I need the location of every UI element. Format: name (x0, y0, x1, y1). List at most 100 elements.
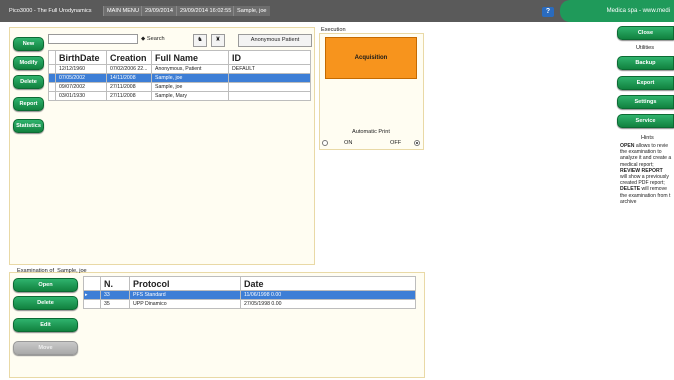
utilities-label: Utilities (636, 45, 655, 51)
person-clear-icon: ♜ (215, 37, 221, 43)
hint-keyword: OPEN (620, 143, 635, 149)
current-patient: Sample, joe (233, 6, 270, 16)
brand-label: Medica spa - www.medi (560, 0, 674, 22)
hint-keyword: REVIEW REPORT (620, 167, 663, 174)
cell-number: 35 (100, 299, 130, 309)
row-indicator (48, 73, 56, 83)
hint-text: will show a previously (620, 174, 669, 181)
col-id-header[interactable]: ID (228, 50, 311, 65)
patients-table: BirthDate Creation Full Name ID 12/12/19… (48, 50, 311, 101)
table-row[interactable]: ▸ 33 PFS Standard 11/06/1998 0.00 (83, 290, 416, 300)
report-button[interactable]: Report (13, 97, 44, 111)
table-row[interactable]: 03/01/1930 27/11/2008 Sample, Mary (48, 91, 311, 101)
cell-fullname: Sample, joe (151, 73, 229, 83)
col-protocol-header[interactable]: Protocol (129, 276, 241, 291)
close-button[interactable]: Close (617, 26, 674, 40)
hint-text: will remove (640, 186, 667, 193)
acquisition-button[interactable]: Acquisition (325, 37, 417, 79)
service-button[interactable]: Service (617, 114, 674, 128)
cell-id (228, 91, 311, 101)
print-off-radio[interactable] (414, 140, 420, 146)
help-icon: ? (545, 8, 551, 15)
search-label[interactable]: ◆ Search (141, 36, 165, 42)
delete-exam-button[interactable]: Delete (13, 296, 78, 310)
edit-exam-button[interactable]: Edit (13, 318, 78, 332)
clear-search-button[interactable]: ♜ (211, 34, 225, 47)
person-search-icon: ♞ (197, 37, 203, 43)
settings-button[interactable]: Settings (617, 95, 674, 109)
cell-birthdate: 12/12/1960 (55, 64, 107, 74)
col-number-header[interactable]: N. (100, 276, 130, 291)
cell-date: 11/06/1998 0.00 (240, 290, 416, 300)
hint-text: medical report; (620, 161, 654, 168)
col-fullname-header[interactable]: Full Name (151, 50, 229, 65)
cell-protocol: PFS Standard (129, 290, 241, 300)
row-indicator (83, 299, 101, 309)
cell-protocol: UPP Dinamico (129, 299, 241, 309)
cell-creation: 27/11/2008 (106, 82, 152, 92)
move-exam-button[interactable]: Move (13, 341, 78, 355)
search-person-button[interactable]: ♞ (193, 34, 207, 47)
cell-creation: 27/11/2008 (106, 91, 152, 101)
statistics-button[interactable]: Statistics (13, 119, 44, 133)
search-diamond-icon: ◆ (141, 36, 146, 42)
hint-text: the examination from t (620, 192, 671, 199)
delete-patient-button[interactable]: Delete (13, 75, 44, 89)
cell-id: DEFAULT (228, 64, 311, 74)
cell-date: 27/05/1998 0.00 (240, 299, 416, 309)
cell-fullname: Anonymous, Patient (151, 64, 229, 74)
cell-number: 33 (100, 290, 130, 300)
execution-title: Execution (321, 27, 346, 33)
backup-button[interactable]: Backup (617, 56, 674, 70)
cell-birthdate: 07/05/2002 (55, 73, 107, 83)
session-datetime: 29/09/2014 16:02:55 (176, 6, 235, 16)
hints-text: OPEN allows to revie the examination to an… (620, 143, 674, 205)
table-header-row: N. Protocol Date (83, 276, 416, 291)
cell-creation: 07/02/2006 22... (106, 64, 152, 74)
cell-creation: 14/11/2008 (106, 73, 152, 83)
hints-title: Hints (641, 135, 654, 141)
hint-text: created PDF report; (620, 180, 665, 187)
menu-label: MAIN MENU (103, 6, 143, 16)
row-indicator (48, 64, 56, 74)
col-date-header[interactable]: Date (240, 276, 416, 291)
open-exam-button[interactable]: Open (13, 278, 78, 292)
help-button[interactable]: ? (542, 7, 554, 17)
hint-text: allows to revie (634, 143, 669, 149)
automatic-print-label: Automatic Print (352, 129, 390, 135)
examination-title: Examination of Sample, joe (17, 268, 87, 274)
table-row[interactable]: 07/05/2002 14/11/2008 Sample, joe (48, 73, 311, 83)
search-input[interactable] (48, 34, 138, 44)
col-birthdate-header[interactable]: BirthDate (55, 50, 107, 65)
session-date: 29/09/2014 (141, 6, 176, 16)
print-off-label: OFF (390, 140, 402, 146)
cell-id (228, 73, 311, 83)
table-row[interactable]: 12/12/1960 07/02/2006 22... Anonymous, P… (48, 64, 311, 74)
print-on-label: ON (344, 140, 353, 146)
row-indicator (48, 82, 56, 92)
col-creation-header[interactable]: Creation (106, 50, 152, 65)
indicator-header (83, 276, 101, 291)
title-bar: Pico3000 - The Full Urodynamics MAIN MEN… (0, 0, 674, 22)
hint-keyword: DELETE (620, 186, 641, 193)
cell-birthdate: 09/07/2002 (55, 82, 107, 92)
hint-text: archive (620, 198, 637, 205)
examination-patient: Sample, joe (57, 268, 87, 274)
cell-id (228, 82, 311, 92)
new-button[interactable]: New (13, 37, 44, 51)
cell-birthdate: 03/01/1930 (55, 91, 107, 101)
examinations-table: N. Protocol Date ▸ 33 PFS Standard 11/06… (83, 276, 416, 309)
hint-text: the examination to (620, 149, 662, 156)
row-indicator-icon: ▸ (83, 290, 101, 300)
anonymous-patient-button[interactable]: Anonymous Patient (238, 34, 312, 47)
print-on-radio[interactable] (322, 140, 328, 146)
modify-button[interactable]: Modify (13, 56, 44, 70)
table-header-row: BirthDate Creation Full Name ID (48, 50, 311, 65)
table-row[interactable]: 09/07/2002 27/11/2008 Sample, joe (48, 82, 311, 92)
export-button[interactable]: Export (617, 76, 674, 90)
indicator-header (48, 50, 56, 65)
cell-fullname: Sample, Mary (151, 91, 229, 101)
hint-text: analyze it and create a (620, 155, 672, 162)
row-indicator (48, 91, 56, 101)
table-row[interactable]: 35 UPP Dinamico 27/05/1998 0.00 (83, 299, 416, 309)
